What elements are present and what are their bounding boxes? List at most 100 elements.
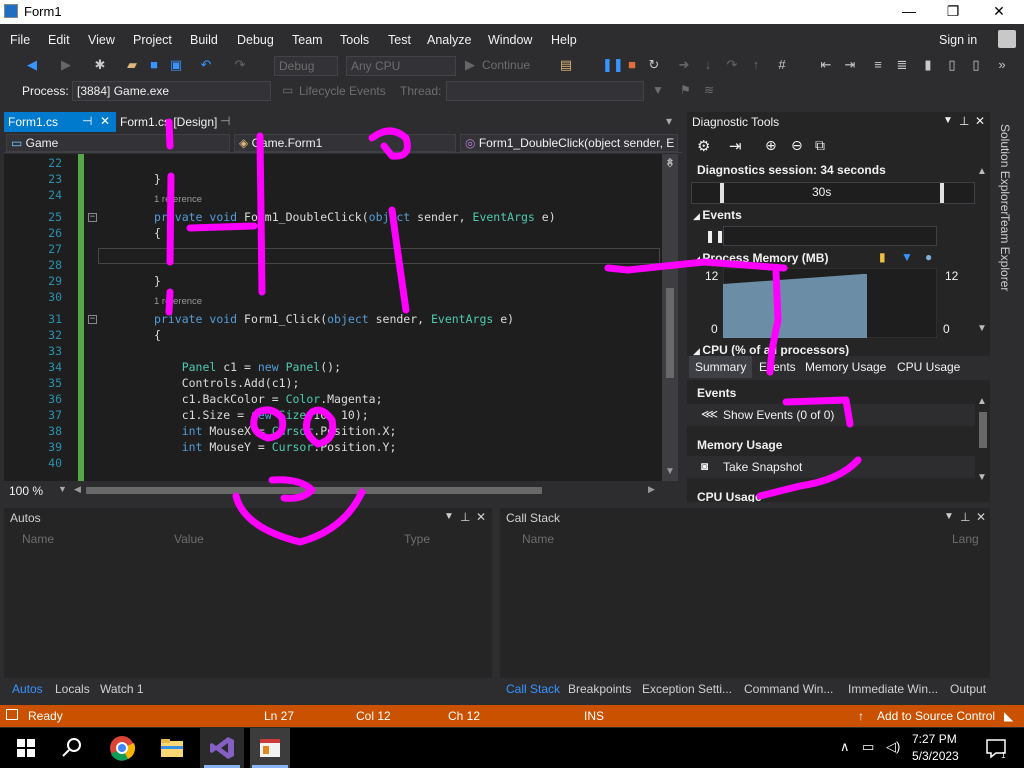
flag-thread-icon[interactable]: ⚑ (680, 83, 691, 97)
save-icon[interactable]: ■ (146, 57, 162, 73)
menu-tools[interactable]: Tools (340, 33, 369, 47)
timeline-ruler[interactable]: 30s (691, 182, 975, 204)
zoom-in-icon[interactable]: ⊕ (765, 137, 777, 154)
codelens-reference[interactable]: 1 reference (154, 296, 202, 307)
scroll-up-icon[interactable]: ▲ (977, 396, 987, 407)
fold-toggle-icon[interactable]: − (88, 315, 97, 324)
clock-date[interactable]: 5/3/2023 (912, 749, 959, 763)
menu-team[interactable]: Team (292, 33, 323, 47)
scroll-down-icon[interactable]: ▼ (977, 323, 987, 334)
bookmark-toggle-icon[interactable]: ▯ (944, 57, 960, 73)
volume-icon[interactable]: ◁) (886, 739, 900, 755)
menu-project[interactable]: Project (133, 33, 172, 47)
tab-exception-settings[interactable]: Exception Setti... (642, 682, 732, 696)
solution-explorer-tab[interactable]: Solution Explorer (998, 124, 1012, 215)
file-explorer-icon[interactable] (158, 734, 186, 762)
scroll-down-icon[interactable]: ▼ (662, 466, 678, 480)
tab-form1-cs[interactable]: Form1.cs ⊣ ✕ (4, 112, 116, 132)
tab-output[interactable]: Output (950, 682, 986, 696)
tab-memory-usage[interactable]: Memory Usage (799, 356, 892, 378)
continue-icon[interactable]: ▶ (462, 57, 478, 73)
source-control-icon[interactable]: ↑ (858, 709, 864, 723)
cpu-section-header[interactable]: ◢ CPU (% of all processors) (693, 343, 849, 357)
scroll-right-icon[interactable]: ▶ (648, 484, 655, 495)
horizontal-scroll-thumb[interactable] (86, 487, 542, 494)
code-editor[interactable]: 22 23} 24 1 reference 25 private void Form1_D… (4, 154, 662, 481)
timeline-end-handle[interactable] (940, 183, 944, 203)
timeline-start-handle[interactable] (720, 183, 724, 203)
column-name[interactable]: Name (22, 532, 54, 546)
step-out-icon[interactable]: ↑ (748, 57, 764, 73)
tab-command-window[interactable]: Command Win... (744, 682, 833, 696)
show-hidden-icons-icon[interactable]: ∧ (840, 739, 850, 755)
stack-frame-icon[interactable]: ≋ (704, 83, 714, 97)
zoom-dropdown-icon[interactable]: ▼ (58, 484, 67, 494)
close-icon[interactable]: ✕ (976, 510, 986, 524)
save-all-icon[interactable]: ▣ (168, 57, 184, 73)
tab-cpu-usage[interactable]: CPU Usage (891, 356, 966, 378)
pin-icon[interactable]: ⊣ (82, 114, 92, 128)
menu-analyze[interactable]: Analyze (427, 33, 471, 47)
close-icon[interactable]: ✕ (975, 114, 985, 128)
column-type[interactable]: Type (404, 532, 430, 546)
window-menu-icon[interactable]: ▼ (943, 115, 953, 126)
close-tab-icon[interactable]: ✕ (100, 114, 110, 128)
sign-in-link[interactable]: Sign in (939, 33, 977, 47)
bookmark-clear-icon[interactable]: ▯ (968, 57, 984, 73)
menu-edit[interactable]: Edit (48, 33, 70, 47)
project-select[interactable]: ▭ Game (6, 134, 230, 152)
configuration-select[interactable]: Debug (274, 56, 338, 76)
close-button[interactable]: ✕ (976, 0, 1022, 24)
attach-icon[interactable]: ▤ (558, 57, 574, 73)
restart-icon[interactable]: ↻ (646, 57, 662, 73)
class-select[interactable]: ◈ Game.Form1 (234, 134, 456, 152)
memory-section-header[interactable]: ◢ Process Memory (MB) (693, 251, 828, 265)
close-icon[interactable]: ✕ (476, 510, 486, 524)
tab-form1-design[interactable]: Form1.cs [Design] ⊣ (116, 112, 236, 132)
zoom-out-icon[interactable]: ⊖ (791, 137, 803, 154)
show-events-link[interactable]: Show Events (0 of 0) (723, 408, 834, 422)
pin-icon[interactable]: ⊣ (220, 114, 230, 128)
menu-test[interactable]: Test (388, 33, 411, 47)
window-menu-icon[interactable]: ▼ (444, 511, 454, 522)
tab-breakpoints[interactable]: Breakpoints (568, 682, 631, 696)
tab-autos[interactable]: Autos (12, 682, 43, 696)
summary-scrollbar[interactable]: ▲ ▼ (977, 396, 989, 483)
split-editor-icon[interactable]: ⇳ (662, 156, 678, 170)
redo-icon[interactable]: ↷ (232, 57, 248, 73)
events-section-header[interactable]: ◢ Events (693, 208, 742, 222)
take-snapshot-button[interactable]: Take Snapshot (723, 460, 802, 474)
toolbar-overflow-icon[interactable]: » (994, 57, 1010, 73)
menu-file[interactable]: File (10, 33, 30, 47)
thread-select[interactable] (446, 81, 644, 101)
process-select[interactable]: [3884] Game.exe (72, 81, 271, 101)
reset-view-icon[interactable]: ⧉ (815, 137, 825, 154)
undo-icon[interactable]: ↶ (198, 57, 214, 73)
show-events-row[interactable]: ⋘ Show Events (0 of 0) (687, 404, 975, 426)
continue-button[interactable]: Continue (482, 58, 530, 72)
editor-vertical-scrollbar[interactable]: ▲ ▼ (662, 154, 678, 481)
bookmark-icon[interactable]: ▮ (920, 57, 936, 73)
windows-start-icon[interactable] (12, 734, 40, 762)
menu-build[interactable]: Build (190, 33, 218, 47)
bookmark-prev-icon[interactable]: ⇤ (818, 57, 834, 73)
codelens-reference[interactable]: 1 reference (154, 194, 202, 205)
show-next-statement-icon[interactable]: ➜ (676, 57, 692, 73)
comment-icon[interactable]: ≡ (870, 57, 886, 73)
tab-locals[interactable]: Locals (55, 682, 90, 696)
scroll-left-icon[interactable]: ◀ (74, 484, 81, 495)
menu-window[interactable]: Window (488, 33, 532, 47)
open-folder-icon[interactable]: ▰ (124, 57, 140, 73)
window-menu-icon[interactable]: ▼ (944, 511, 954, 522)
step-into-icon[interactable]: ↓ (700, 57, 716, 73)
clock-time[interactable]: 7:27 PM (912, 732, 957, 746)
member-select[interactable]: ◎ Form1_DoubleClick(object sender, E (460, 134, 678, 152)
tab-immediate-window[interactable]: Immediate Win... (848, 682, 938, 696)
chrome-icon[interactable] (108, 734, 136, 762)
scroll-up-icon[interactable]: ▲ (977, 166, 987, 177)
team-explorer-tab[interactable]: Team Explorer (998, 214, 1012, 291)
column-value[interactable]: Value (174, 532, 204, 546)
platform-select[interactable]: Any CPU (346, 56, 456, 76)
tab-watch-1[interactable]: Watch 1 (100, 682, 144, 696)
tab-summary[interactable]: Summary (689, 356, 753, 378)
